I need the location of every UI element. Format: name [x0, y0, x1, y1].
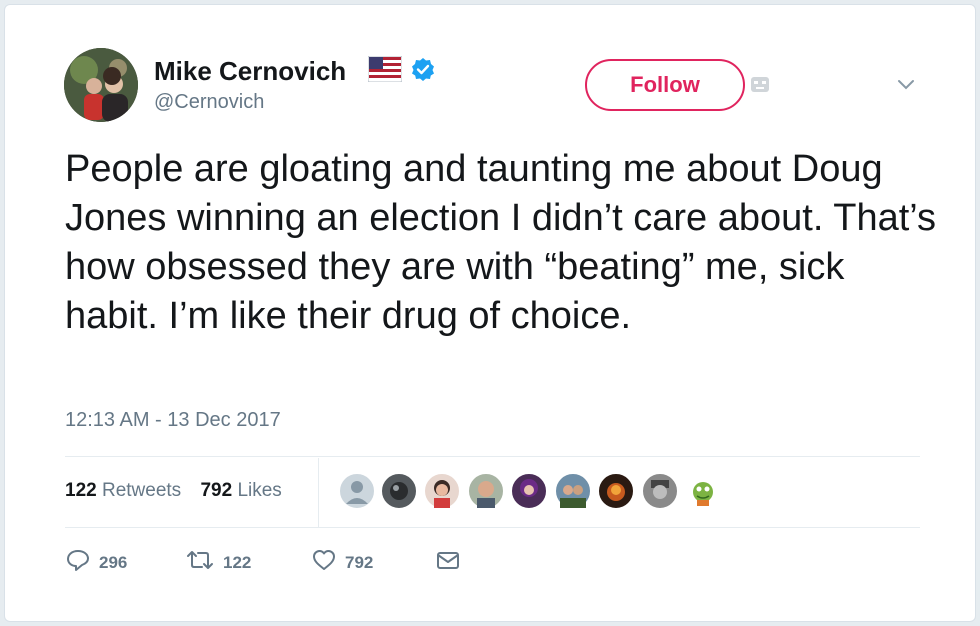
retweets-stat[interactable]: 122 Retweets [65, 480, 181, 501]
chevron-down-icon[interactable] [896, 78, 916, 97]
bot-icon [750, 74, 770, 99]
divider-bottom [65, 527, 920, 528]
liker-avatar[interactable] [641, 472, 679, 510]
tweet-text: People are gloating and taunting me abou… [65, 148, 937, 337]
retweet-button[interactable]: 122 [185, 548, 251, 577]
like-button[interactable]: 792 [311, 548, 373, 577]
us-flag-icon [367, 55, 403, 87]
envelope-icon [435, 548, 461, 577]
verified-badge-icon [411, 57, 435, 86]
tweet-stats: 122 Retweets 792 Likes [65, 480, 282, 502]
retweet-arrows-icon [185, 548, 215, 577]
likes-stat[interactable]: 792 Likes [200, 480, 281, 501]
stats-separator [318, 458, 319, 528]
direct-message-button[interactable] [435, 548, 461, 577]
tweet-timestamp[interactable]: 12:13 AM - 13 Dec 2017 [65, 409, 281, 432]
heart-icon [311, 548, 337, 577]
author-handle[interactable]: @Cernovich [154, 91, 264, 114]
liker-avatar[interactable] [597, 472, 635, 510]
divider-top [65, 456, 920, 457]
retweets-count: 122 [65, 480, 97, 501]
liker-avatar[interactable] [467, 472, 505, 510]
reply-button[interactable]: 296 [65, 548, 127, 577]
liker-avatar[interactable] [380, 472, 418, 510]
liker-avatar[interactable] [510, 472, 548, 510]
like-count: 792 [345, 552, 374, 572]
follow-button[interactable]: Follow [585, 59, 745, 111]
liker-avatar[interactable] [554, 472, 592, 510]
liker-avatar[interactable] [423, 472, 461, 510]
reply-count: 296 [99, 552, 128, 572]
retweets-label: Retweets [101, 480, 182, 501]
reply-bubble-icon [65, 548, 91, 577]
author-display-name[interactable]: Mike Cernovich [154, 56, 346, 87]
author-avatar[interactable] [64, 48, 138, 122]
likes-count: 792 [200, 480, 233, 501]
liker-avatar[interactable] [684, 472, 722, 510]
liker-avatar[interactable] [338, 472, 376, 510]
likes-label: Likes [237, 480, 282, 501]
retweet-count: 122 [223, 552, 252, 572]
